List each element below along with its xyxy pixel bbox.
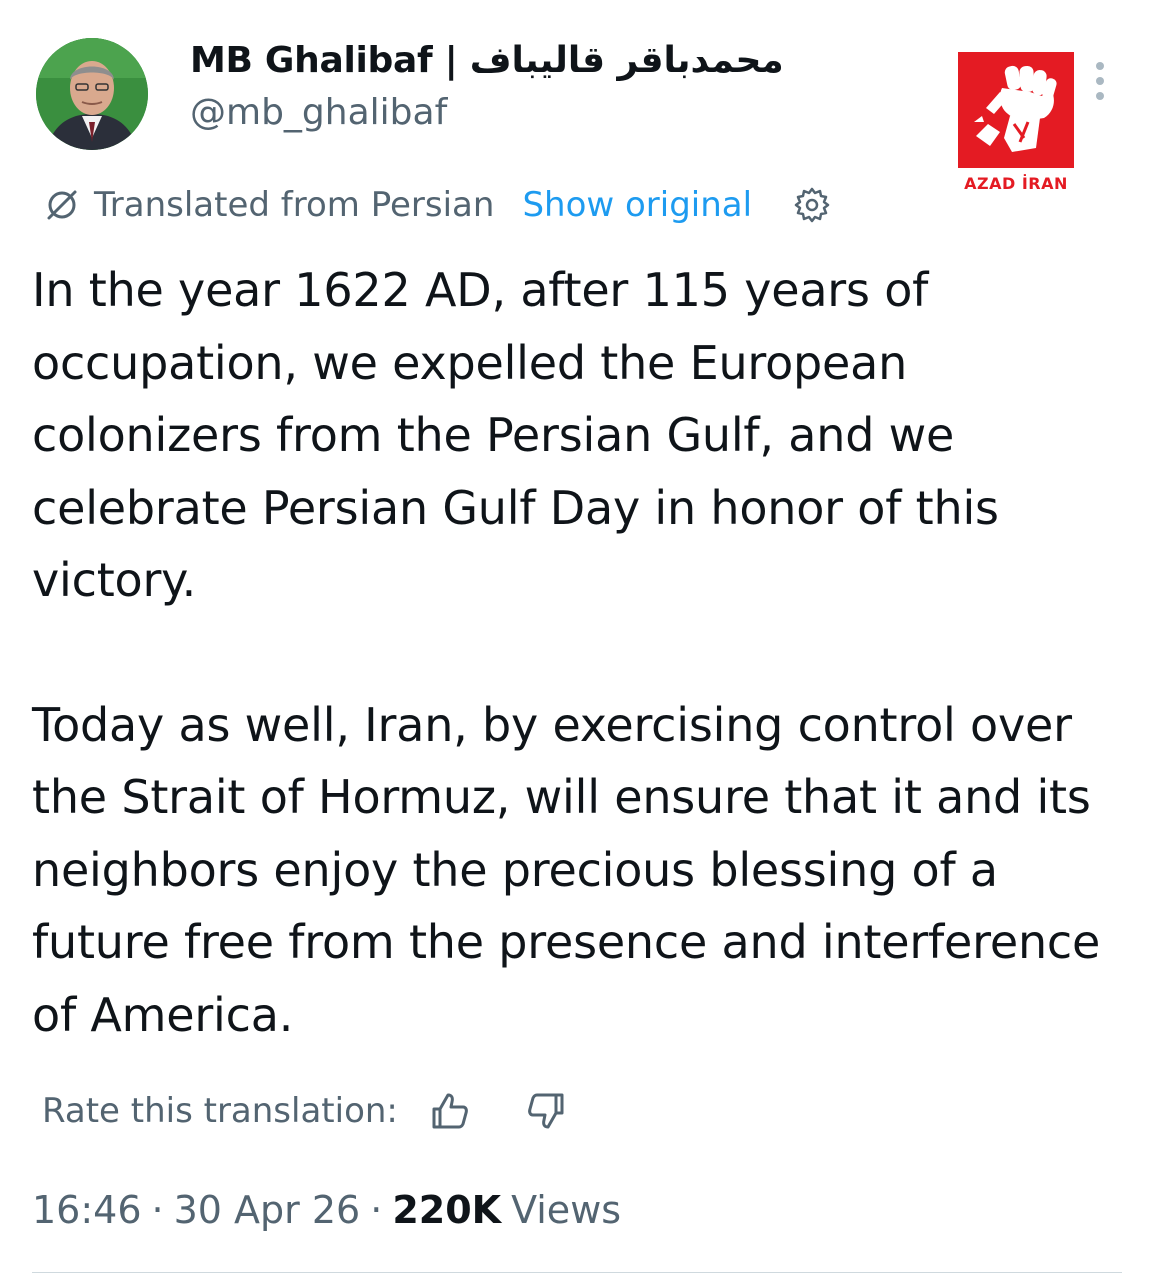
rate-translation-label: Rate this translation: (42, 1091, 398, 1131)
separator-dot: · (370, 1188, 383, 1232)
translated-from-label: Translated from Persian (94, 185, 495, 225)
thumbs-up-icon[interactable] (428, 1089, 472, 1133)
vertical-dots-icon (1096, 62, 1104, 100)
tweet-meta: 16:46 · 30 Apr 26 · 220K Views (32, 1184, 621, 1236)
tweet-paragraph: Today as well, Iran, by exercising contr… (32, 697, 1101, 1042)
avatar-image (36, 38, 148, 150)
views-label: Views (511, 1188, 622, 1232)
gear-icon[interactable] (792, 185, 832, 225)
more-options-button[interactable] (1088, 58, 1112, 104)
separator-dot: · (151, 1188, 164, 1232)
tweet-text: In the year 1622 AD, after 115 years of … (32, 254, 1122, 1051)
tweet-time[interactable]: 16:46 (32, 1188, 142, 1232)
display-name[interactable]: MB Ghalibaf | محمدباقر قالیباف (190, 40, 784, 81)
show-original-link[interactable]: Show original (522, 185, 752, 225)
divider (32, 1272, 1122, 1273)
watermark-text: AZAD İRAN (964, 174, 1068, 193)
views-count[interactable]: 220K (392, 1188, 501, 1232)
translate-icon (47, 190, 77, 220)
tweet-paragraph: In the year 1622 AD, after 115 years of … (32, 263, 999, 607)
translation-bar: Translated from Persian Show original (44, 180, 832, 230)
user-handle[interactable]: @mb_ghalibaf (190, 92, 447, 133)
watermark-logo: AZAD İRAN (958, 52, 1074, 202)
thumbs-down-icon[interactable] (524, 1089, 568, 1133)
rate-translation-bar: Rate this translation: (42, 1086, 568, 1136)
avatar[interactable] (36, 38, 148, 150)
tweet-date[interactable]: 30 Apr 26 (174, 1188, 361, 1232)
raised-fist-icon (958, 52, 1074, 168)
